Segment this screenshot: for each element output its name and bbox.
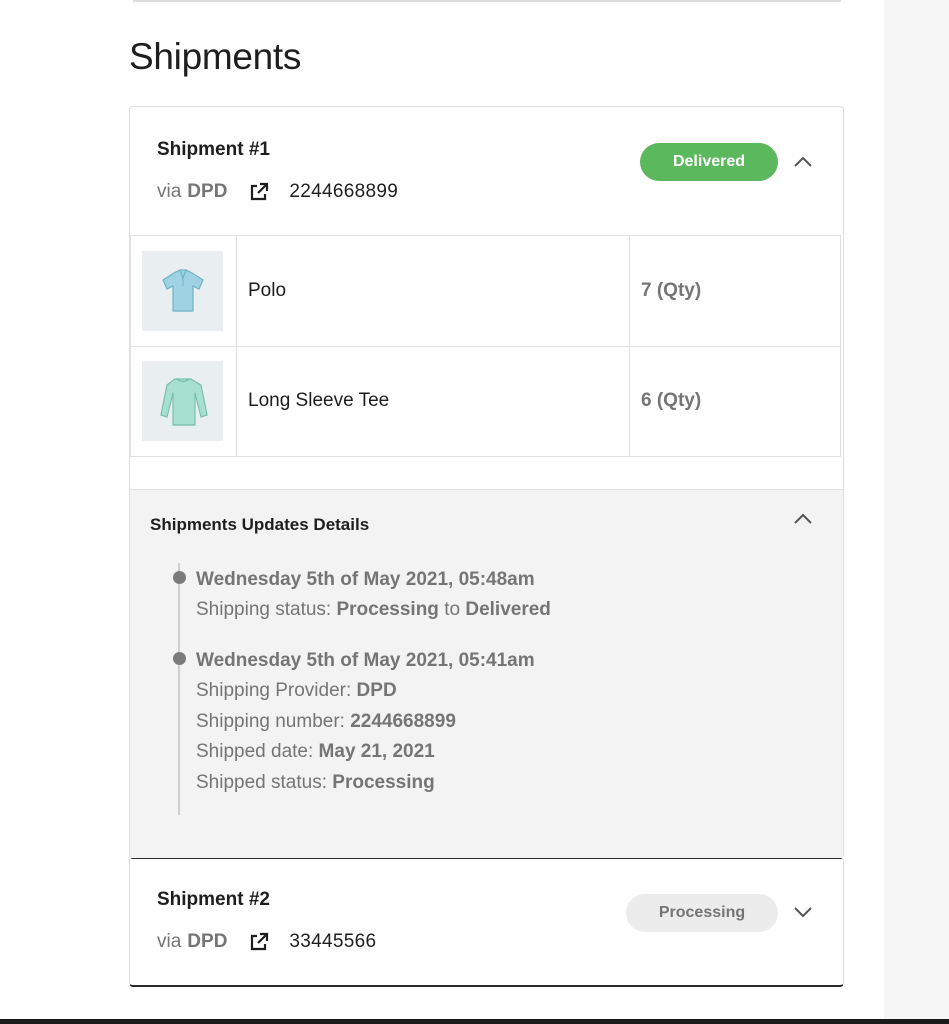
right-gutter [884,0,949,1024]
shipment-items-table: Polo 7 (Qty) Long Sleeve Tee 6 (Qty) [130,235,841,457]
status-badge: Processing [626,894,778,932]
event-date: Wednesday 5th of May 2021, 05:41am [196,650,535,671]
chevron-down-icon[interactable] [792,901,814,923]
bottom-edge [0,1019,949,1024]
shipment-card-1: Shipment #1 via DPD 2244668899 Delivered [129,106,844,859]
chevron-up-icon[interactable] [792,508,814,530]
shipped-date-label: Shipped date: [196,741,314,762]
status-label: Shipping status: [196,599,332,620]
long-sleeve-tee-image [142,361,223,442]
shipped-status-value: Processing [332,771,435,793]
chevron-up-icon[interactable] [792,151,814,173]
timeline-line [178,563,180,815]
timeline-event: Wednesday 5th of May 2021, 05:48am Shipp… [173,565,551,626]
item-thumbnail-cell [130,345,237,457]
event-detail: Shipped status: Processing [196,768,535,799]
item-name: Long Sleeve Tee [236,345,630,457]
number-value: 2244668899 [350,710,456,732]
item-thumbnail-cell [130,235,237,347]
timeline-dot [173,571,186,584]
number-label: Shipping number: [196,710,345,732]
shipment-carrier-line: via DPD 2244668899 [157,180,398,204]
table-row: Long Sleeve Tee 6 (Qty) [130,345,841,457]
top-divider [133,0,841,2]
event-detail: Shipping Provider: DPD [196,676,535,707]
timeline-event: Wednesday 5th of May 2021, 05:41am Shipp… [173,646,535,799]
page-title: Shipments [129,36,302,77]
item-name: Polo [236,235,630,347]
timeline-dot [173,652,186,665]
shipment-title: Shipment #2 [157,889,270,910]
event-detail: Shipped date: May 21, 2021 [196,737,535,768]
provider-value: DPD [356,680,397,701]
shipped-status-label: Shipped status: [196,771,327,793]
carrier-name: DPD [187,931,228,952]
status-to: Delivered [465,599,551,620]
via-label: via [157,181,182,202]
tracking-number[interactable]: 2244668899 [289,181,398,203]
event-detail: Shipping number: 2244668899 [196,707,535,738]
external-link-icon[interactable] [249,932,269,952]
status-to-word: to [444,599,461,620]
table-row: Polo 7 (Qty) [130,235,841,347]
item-qty: 6 (Qty) [629,345,841,457]
shipment-header: Shipment #1 via DPD 2244668899 Delivered [130,107,843,234]
item-qty: 7 (Qty) [629,235,841,347]
external-link-icon[interactable] [249,182,269,202]
shipment-carrier-line: via DPD 33445566 [157,930,376,954]
shipped-date-value: May 21, 2021 [318,741,435,762]
provider-label: Shipping Provider: [196,680,352,701]
updates-title: Shipments Updates Details [150,515,370,534]
event-date: Wednesday 5th of May 2021, 05:48am [196,569,535,590]
event-detail: Shipping status: Processing to Delivered [196,595,551,626]
shipment-updates-panel: Shipments Updates Details Wednesday 5th … [130,489,843,858]
status-badge: Delivered [640,143,778,181]
status-from: Processing [336,599,439,620]
carrier-name: DPD [187,181,228,202]
shipment-header[interactable]: Shipment #2 via DPD 33445566 Processing [130,859,843,986]
tracking-number[interactable]: 33445566 [289,931,376,953]
polo-shirt-image [142,250,223,331]
shipment-title: Shipment #1 [157,139,270,160]
via-label: via [157,931,182,952]
shipment-card-2: Shipment #2 via DPD 33445566 Processing [129,859,844,987]
